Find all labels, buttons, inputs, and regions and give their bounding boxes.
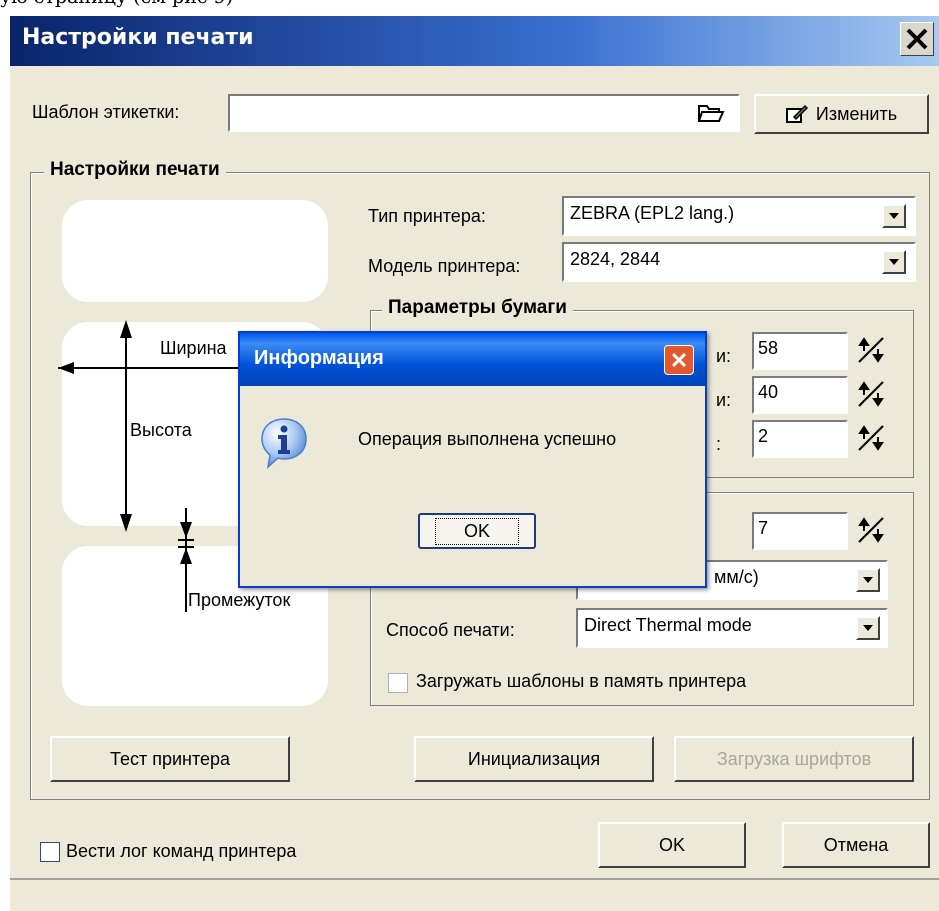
chevron-down-icon	[889, 213, 899, 219]
printer-model-value: 2824, 2844	[570, 249, 661, 269]
info-dialog-title: Информация	[254, 347, 384, 369]
load-fonts-button[interactable]: Загрузка шрифтов	[674, 736, 914, 782]
printer-type-dropdown-button[interactable]	[882, 204, 906, 228]
template-label: Шаблон этикетки:	[32, 102, 180, 122]
close-icon	[906, 28, 928, 50]
close-icon	[671, 352, 687, 368]
test-printer-label: Тест принтера	[109, 748, 231, 769]
paper-height-value: 40	[758, 382, 779, 402]
print-method-select[interactable]: Direct Thermal mode	[576, 608, 888, 648]
printer-model-label: Модель принтера:	[368, 256, 521, 276]
load-templates-checkbox[interactable]	[388, 673, 408, 693]
paper-width-input[interactable]: 58	[752, 332, 848, 370]
paper-gap-spinner[interactable]	[854, 422, 888, 454]
change-template-label: Изменить	[815, 103, 898, 124]
info-dialog-message: Операция выполнена успешно	[358, 429, 617, 449]
paper-width-value: 58	[758, 338, 779, 358]
info-dialog-ok-button[interactable]: OK	[418, 513, 536, 549]
paper-gap-label-tail: :	[716, 434, 722, 454]
info-dialog-titlebar[interactable]: Информация	[240, 333, 705, 386]
info-icon	[261, 418, 307, 469]
spin-arrows-icon	[858, 517, 884, 543]
info-dialog: Информация Операция выполнена успешно OK	[238, 331, 707, 588]
chevron-down-icon	[889, 259, 899, 265]
load-fonts-label: Загрузка шрифтов	[716, 748, 872, 769]
density-input[interactable]: 7	[752, 512, 848, 550]
cancel-button[interactable]: Отмена	[782, 822, 930, 868]
paper-width-spinner[interactable]	[854, 334, 888, 366]
chevron-down-icon	[863, 577, 873, 583]
print-method-label: Способ печати:	[386, 620, 515, 640]
printer-model-select[interactable]: 2824, 2844	[562, 242, 916, 282]
print-settings-group-label: Настройки печати	[44, 159, 226, 181]
test-printer-button[interactable]: Тест принтера	[50, 736, 290, 782]
window-titlebar[interactable]: Настройки печати	[10, 16, 939, 66]
template-path-input[interactable]	[228, 94, 740, 132]
edit-icon	[785, 104, 808, 123]
chevron-down-icon	[863, 625, 873, 631]
paper-width-label-tail: и:	[716, 346, 732, 366]
log-commands-label: Вести лог команд принтера	[66, 841, 297, 861]
speed-value: мм/с)	[714, 567, 759, 587]
initialize-label: Инициализация	[467, 748, 601, 769]
info-dialog-ok-label: OK	[434, 517, 519, 545]
paper-height-spinner[interactable]	[854, 378, 888, 410]
open-folder-icon	[697, 105, 725, 122]
ok-button[interactable]: OK	[598, 822, 746, 868]
printer-type-value: ZEBRA (EPL2 lang.)	[570, 203, 735, 223]
cancel-label: Отмена	[823, 834, 889, 855]
diagram-height-label: Высота	[130, 420, 192, 440]
label-preview-top	[62, 200, 328, 302]
printer-type-select[interactable]: ZEBRA (EPL2 lang.)	[562, 196, 916, 236]
window-close-button[interactable]	[900, 22, 934, 56]
initialize-button[interactable]: Инициализация	[414, 736, 654, 782]
status-divider	[10, 878, 939, 880]
speed-dropdown-button[interactable]	[856, 568, 880, 592]
load-templates-label: Загружать шаблоны в память принтера	[416, 671, 747, 691]
change-template-button[interactable]: Изменить	[754, 94, 929, 134]
log-commands-checkbox[interactable]	[40, 842, 60, 862]
printer-model-dropdown-button[interactable]	[882, 250, 906, 274]
page-caption: ую страницу (см рис 9)	[0, 0, 233, 8]
paper-height-input[interactable]: 40	[752, 376, 848, 414]
print-method-dropdown-button[interactable]	[856, 616, 880, 640]
diagram-gap-label: Промежуток	[188, 590, 291, 610]
spin-arrows-icon	[858, 425, 884, 451]
window-title: Настройки печати	[22, 25, 254, 50]
diagram-width-label: Ширина	[160, 338, 227, 358]
info-dialog-close-button[interactable]	[664, 345, 694, 375]
density-spinner[interactable]	[854, 514, 888, 546]
paper-height-label-tail: и:	[716, 390, 732, 410]
spin-arrows-icon	[858, 381, 884, 407]
open-folder-button[interactable]	[694, 97, 728, 127]
density-value: 7	[758, 518, 769, 538]
paper-gap-input[interactable]: 2	[752, 420, 848, 458]
spin-arrows-icon	[858, 337, 884, 363]
paper-gap-value: 2	[758, 426, 769, 446]
ok-label: OK	[658, 834, 685, 855]
paper-params-group-label: Параметры бумаги	[382, 297, 573, 319]
print-method-value: Direct Thermal mode	[584, 615, 752, 635]
printer-type-label: Тип принтера:	[368, 206, 486, 226]
